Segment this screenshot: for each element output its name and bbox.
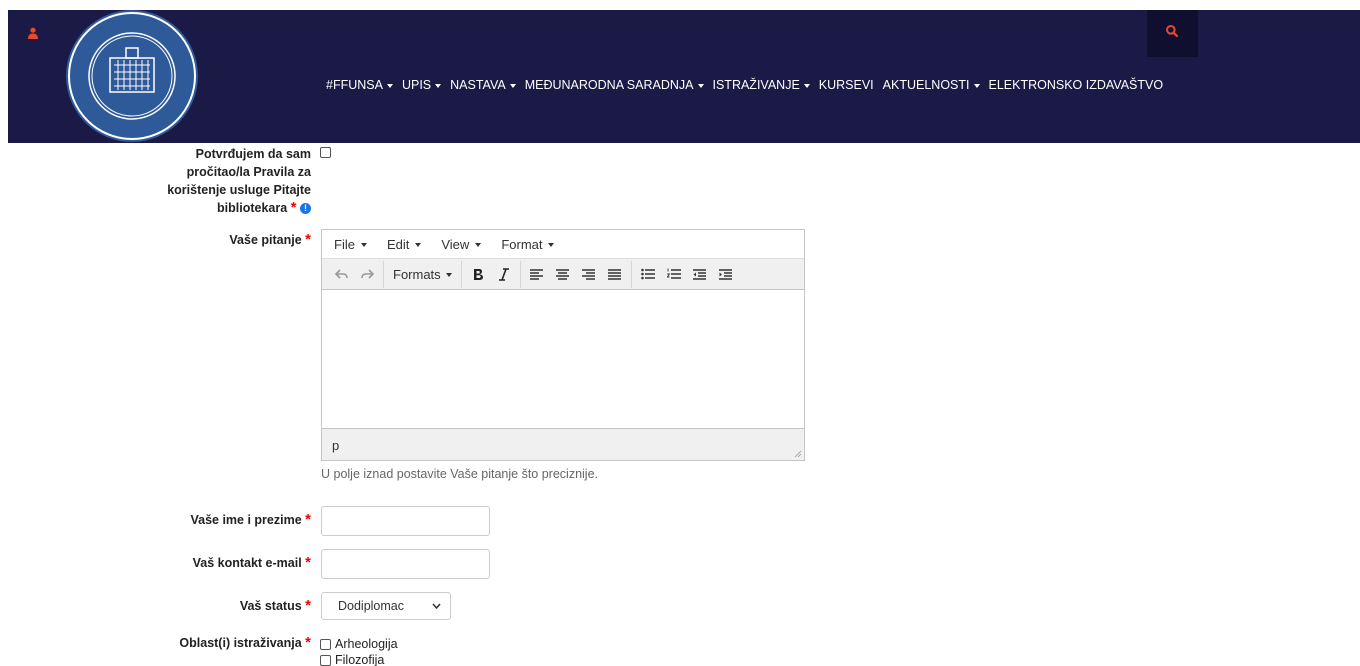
align-left-icon bbox=[530, 268, 544, 280]
align-justify-button[interactable] bbox=[602, 262, 628, 286]
confirm-rules-checkbox[interactable] bbox=[320, 147, 331, 158]
caret-down-icon bbox=[548, 242, 555, 247]
bold-icon bbox=[473, 268, 483, 280]
italic-button[interactable] bbox=[491, 262, 517, 286]
numbered-list-button[interactable] bbox=[661, 262, 687, 286]
menu-format[interactable]: Format bbox=[501, 237, 555, 252]
align-left-button[interactable] bbox=[524, 262, 550, 286]
required-mark: * bbox=[305, 554, 311, 571]
align-center-button[interactable] bbox=[550, 262, 576, 286]
caret-down-icon bbox=[415, 242, 422, 247]
align-justify-icon bbox=[608, 268, 622, 280]
editor-menubar: File Edit View Format bbox=[322, 230, 804, 259]
bold-button[interactable] bbox=[465, 262, 491, 286]
chevron-down-icon bbox=[432, 603, 441, 610]
search-button[interactable] bbox=[1147, 10, 1198, 57]
nav-item-aktuelnosti[interactable]: AKTUELNOSTI bbox=[883, 78, 980, 92]
caret-down-icon bbox=[973, 83, 980, 88]
nav-item-medjunarodna-saradnja[interactable]: MEĐUNARODNA SARADNJA bbox=[525, 78, 704, 92]
editor-toolbar: Formats bbox=[322, 259, 804, 290]
caret-down-icon bbox=[509, 83, 516, 88]
required-mark: * bbox=[305, 597, 311, 614]
email-input[interactable] bbox=[321, 549, 490, 579]
nav-item-ffunsa[interactable]: #FFUNSA bbox=[326, 78, 393, 92]
caret-down-icon bbox=[445, 272, 452, 277]
caret-down-icon bbox=[435, 83, 442, 88]
bullet-list-icon bbox=[640, 268, 655, 280]
nav-item-upis[interactable]: UPIS bbox=[402, 78, 442, 92]
nav-item-istrazivanje[interactable]: ISTRAŽIVANJE bbox=[713, 78, 810, 92]
indent-button[interactable] bbox=[713, 262, 739, 286]
area-option-arheologija[interactable]: Arheologija bbox=[320, 637, 398, 651]
formats-dropdown[interactable]: Formats bbox=[387, 262, 458, 286]
outdent-button[interactable] bbox=[687, 262, 713, 286]
menu-view[interactable]: View bbox=[441, 237, 482, 252]
area-checkbox[interactable] bbox=[320, 638, 331, 650]
research-areas-label: Oblast(i) istraživanja * bbox=[179, 634, 311, 651]
undo-icon bbox=[334, 268, 348, 279]
site-header: #FFUNSA UPIS NASTAVA MEĐUNARODNA SARADNJ… bbox=[8, 10, 1360, 143]
caret-down-icon bbox=[386, 83, 393, 88]
resize-handle-icon[interactable] bbox=[793, 449, 801, 457]
rich-text-editor[interactable]: File Edit View Format Formats p bbox=[321, 229, 805, 461]
name-input[interactable] bbox=[321, 506, 490, 536]
align-center-icon bbox=[556, 268, 570, 280]
area-option-filozofija[interactable]: Filozofija bbox=[320, 653, 384, 666]
numbered-list-icon bbox=[666, 268, 681, 279]
status-label: Vaš status * bbox=[239, 597, 311, 614]
confirm-rules-label: Potvrđujem da sam pročitao/la Pravila za… bbox=[167, 147, 311, 216]
bullet-list-button[interactable] bbox=[635, 262, 661, 286]
redo-button[interactable] bbox=[354, 262, 380, 286]
caret-down-icon bbox=[803, 83, 810, 88]
user-icon[interactable] bbox=[27, 27, 39, 39]
undo-button[interactable] bbox=[328, 262, 354, 286]
caret-down-icon bbox=[475, 242, 482, 247]
search-icon bbox=[1166, 25, 1179, 38]
info-icon[interactable]: ! bbox=[300, 203, 311, 215]
italic-icon bbox=[498, 267, 509, 281]
status-select[interactable]: Dodiplomac bbox=[321, 592, 451, 620]
align-right-button[interactable] bbox=[576, 262, 602, 286]
required-mark: * bbox=[290, 199, 297, 216]
required-mark: * bbox=[305, 634, 311, 651]
main-navigation: #FFUNSA UPIS NASTAVA MEĐUNARODNA SARADNJ… bbox=[326, 78, 1172, 92]
required-mark: * bbox=[305, 511, 311, 528]
name-label: Vaše ime i prezime * bbox=[190, 511, 311, 528]
editor-content-area[interactable] bbox=[322, 290, 804, 428]
caret-down-icon bbox=[697, 83, 704, 88]
question-label: Vaše pitanje * bbox=[229, 231, 311, 248]
area-checkbox[interactable] bbox=[320, 654, 331, 666]
indent-icon bbox=[719, 268, 733, 280]
nav-item-kursevi[interactable]: KURSEVI bbox=[819, 78, 874, 92]
align-right-icon bbox=[582, 268, 596, 280]
outdent-icon bbox=[693, 268, 707, 280]
question-help-text: U polje iznad postavite Vaše pitanje što… bbox=[321, 467, 599, 481]
menu-edit[interactable]: Edit bbox=[387, 237, 422, 252]
element-path[interactable]: p bbox=[332, 438, 339, 453]
nav-item-nastava[interactable]: NASTAVA bbox=[450, 78, 516, 92]
nav-item-elektronsko-izdavastvo[interactable]: ELEKTRONSKO IZDAVAŠTVO bbox=[989, 78, 1164, 92]
required-mark: * bbox=[305, 231, 311, 248]
menu-file[interactable]: File bbox=[334, 237, 367, 252]
email-label: Vaš kontakt e-mail * bbox=[192, 554, 311, 571]
editor-statusbar: p bbox=[322, 428, 804, 460]
redo-icon bbox=[360, 268, 374, 279]
caret-down-icon bbox=[360, 242, 367, 247]
university-logo[interactable] bbox=[62, 10, 202, 143]
